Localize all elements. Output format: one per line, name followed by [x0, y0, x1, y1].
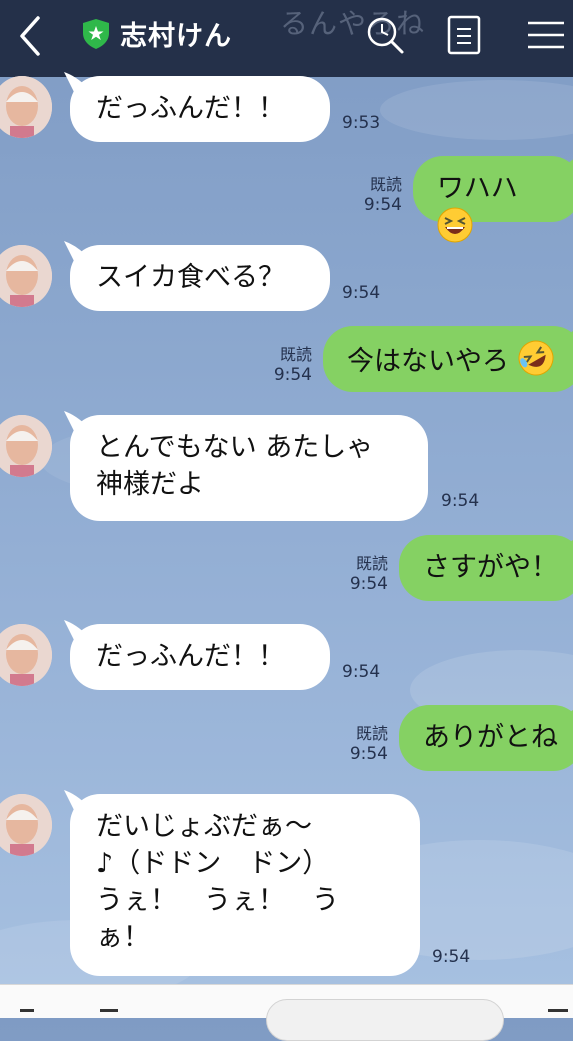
message-text: だっふんだ！！ [96, 641, 285, 672]
message-text: ワハハ [437, 173, 518, 204]
message-time: 9:54 [432, 947, 471, 967]
shield-star-icon [83, 19, 109, 49]
message-bubble-incoming[interactable]: スイカ食べる？ [64, 241, 330, 311]
message-bubble-outgoing[interactable]: ありがとね [399, 705, 573, 771]
read-receipt: 既読 [355, 554, 388, 573]
message-status: 既読 9:54 [270, 344, 312, 386]
read-receipt: 既読 [279, 345, 312, 364]
note-icon[interactable] [444, 14, 486, 56]
message-status: 既読 9:54 [360, 174, 402, 216]
message-time: 9:54 [342, 662, 381, 682]
message-text: だいじょぶだぁ〜 ♪（ドドン ドン） うぇ！ うぇ！ う ぁ！ [96, 811, 339, 953]
message-time: 9:54 [349, 574, 388, 594]
message-status: 既読 9:54 [346, 553, 388, 595]
message-bubble-outgoing[interactable]: ワハハ [413, 156, 573, 243]
message-bubble-incoming[interactable]: だいじょぶだぁ〜 ♪（ドドン ドン） うぇ！ うぇ！ う ぁ！ [64, 790, 420, 976]
read-receipt: 既読 [369, 175, 402, 194]
message-time: 9:54 [363, 195, 402, 215]
message-bubble-outgoing[interactable]: さすがや！ [399, 535, 573, 601]
message-text: 今はないやろ [347, 346, 509, 377]
message-time: 9:54 [273, 365, 312, 385]
message-text: スイカ食べる？ [96, 262, 285, 293]
message-bubble-incoming[interactable]: だっふんだ！！ [64, 620, 330, 690]
avatar[interactable] [0, 76, 52, 138]
rolling-on-floor-laughing-emoji-icon [518, 340, 554, 376]
message-time: 9:54 [342, 283, 381, 303]
menu-icon[interactable] [526, 14, 568, 56]
avatar[interactable] [0, 794, 52, 856]
plus-icon[interactable] [20, 1009, 34, 1012]
input-bar [0, 984, 573, 1041]
message-time: 9:54 [349, 744, 388, 764]
search-icon[interactable] [364, 14, 406, 56]
message-bubble-outgoing[interactable]: 今はないやろ [323, 326, 573, 392]
message-bubble-incoming[interactable]: だっふんだ！！ [64, 72, 330, 142]
message-time: 9:53 [342, 113, 381, 133]
chat-header: るんやろね 志村けん [0, 0, 573, 77]
mic-icon[interactable] [548, 1009, 568, 1012]
message-status: 既読 9:54 [346, 723, 388, 765]
message-time: 9:54 [441, 491, 480, 511]
back-chevron-icon[interactable] [14, 14, 48, 58]
chat-title: 志村けん [120, 21, 232, 52]
avatar[interactable] [0, 624, 52, 686]
message-input[interactable] [266, 999, 504, 1041]
message-text: とんでもない あたしゃ 神様だよ [96, 432, 374, 500]
message-bubble-incoming[interactable]: とんでもない あたしゃ 神様だよ [64, 411, 428, 521]
avatar[interactable] [0, 415, 52, 477]
message-text: さすがや！ [423, 552, 558, 583]
message-text: だっふんだ！！ [96, 93, 285, 124]
read-receipt: 既読 [355, 724, 388, 743]
message-text: ありがとね [423, 722, 558, 753]
avatar[interactable] [0, 245, 52, 307]
camera-icon[interactable] [100, 1009, 118, 1012]
grinning-squinting-face-emoji-icon [437, 207, 473, 243]
